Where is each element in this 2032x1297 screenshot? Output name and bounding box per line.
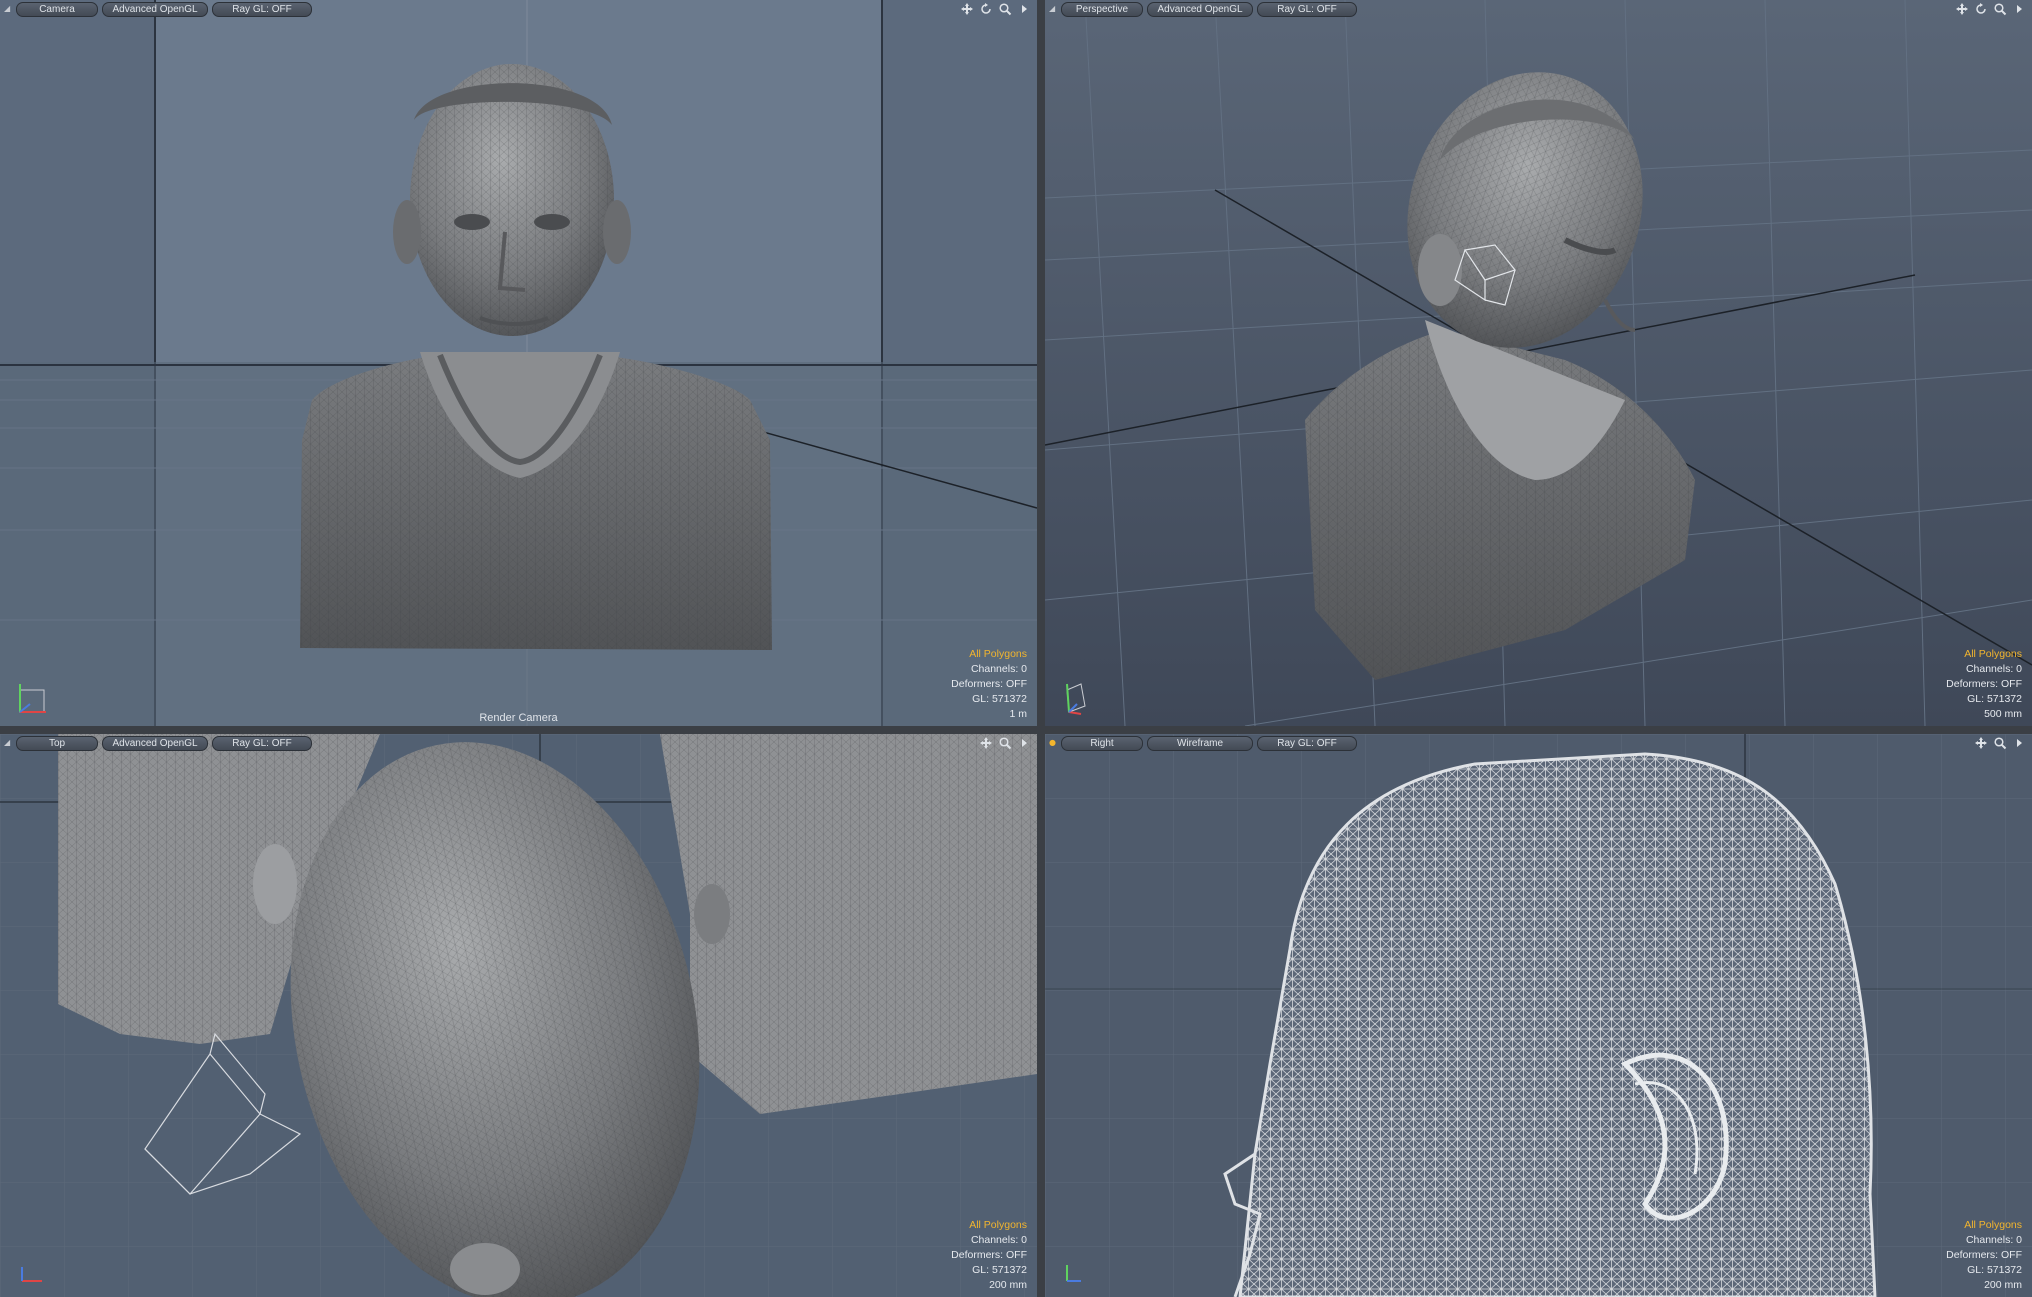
perspective-nav-icons <box>1955 1 2026 17</box>
move-icon[interactable] <box>960 2 974 16</box>
channels-count: Channels: 0 <box>1965 1234 2022 1246</box>
viewport-menu-icon[interactable]: ◢ <box>1049 5 1057 13</box>
raygl-button[interactable]: Ray GL: OFF <box>212 735 312 751</box>
top-viewport[interactable]: ◢ Top Advanced OpenGL Ray GL: OFF All Po… <box>0 734 1037 1297</box>
zoom-icon[interactable] <box>998 2 1012 16</box>
selection-mode[interactable]: All Polygons <box>1946 1218 2022 1233</box>
zoom-icon[interactable] <box>1993 2 2007 16</box>
menu-arrow-icon[interactable] <box>2012 736 2026 750</box>
menu-arrow-icon[interactable] <box>1017 736 1031 750</box>
view-type-button[interactable]: Right <box>1061 735 1143 751</box>
raygl-button[interactable]: Ray GL: OFF <box>1257 1 1357 17</box>
viewport-info: All Polygons Channels: 0 Deformers: OFF … <box>1946 647 2022 722</box>
deformers-status: Deformers: OFF <box>1946 1249 2022 1261</box>
viewport-menu-icon[interactable]: ◢ <box>4 5 12 13</box>
view-type-button[interactable]: Perspective <box>1061 1 1143 17</box>
selection-mode[interactable]: All Polygons <box>951 1218 1027 1233</box>
move-icon[interactable] <box>979 736 993 750</box>
zoom-icon[interactable] <box>998 736 1012 750</box>
perspective-toolbar: ◢ Perspective Advanced OpenGL Ray GL: OF… <box>1045 0 2032 18</box>
perspective-scene[interactable] <box>1045 0 2032 726</box>
move-icon[interactable] <box>1955 2 1969 16</box>
rotate-icon[interactable] <box>979 2 993 16</box>
deformers-status: Deformers: OFF <box>951 1249 1027 1261</box>
grid-scale: 500 mm <box>1984 708 2022 720</box>
deformers-status: Deformers: OFF <box>951 678 1027 690</box>
top-nav-icons <box>979 735 1031 751</box>
camera-viewport[interactable]: ◢ Camera Advanced OpenGL Ray GL: OFF Ren… <box>0 0 1037 726</box>
channels-count: Channels: 0 <box>970 1234 1027 1246</box>
right-scene[interactable] <box>1045 734 2032 1297</box>
viewport-info: All Polygons Channels: 0 Deformers: OFF … <box>951 647 1027 722</box>
view-type-button[interactable]: Top <box>16 735 98 751</box>
right-viewport[interactable]: ● Right Wireframe Ray GL: OFF All Polygo… <box>1045 734 2032 1297</box>
rotate-icon[interactable] <box>1974 2 1988 16</box>
camera-toolbar: ◢ Camera Advanced OpenGL Ray GL: OFF <box>0 0 1037 18</box>
axis-gizmo-icon <box>21 1267 42 1282</box>
perspective-viewport[interactable]: ◢ Perspective Advanced OpenGL Ray GL: OF… <box>1045 0 2032 726</box>
axis-gizmo-icon <box>1066 683 1086 715</box>
gl-polycount: GL: 571372 <box>972 1264 1027 1276</box>
axis-gizmo-icon <box>1066 1265 1081 1282</box>
menu-arrow-icon[interactable] <box>1017 2 1031 16</box>
shading-mode-button[interactable]: Wireframe <box>1147 735 1253 751</box>
camera-scene[interactable] <box>0 0 1037 726</box>
camera-nav-icons <box>960 1 1031 17</box>
grid-scale: 200 mm <box>989 1279 1027 1291</box>
viewport-menu-icon[interactable]: ● <box>1049 739 1057 747</box>
raygl-button[interactable]: Ray GL: OFF <box>212 1 312 17</box>
shading-mode-button[interactable]: Advanced OpenGL <box>102 1 208 17</box>
gl-polycount: GL: 571372 <box>1967 693 2022 705</box>
deformers-status: Deformers: OFF <box>1946 678 2022 690</box>
menu-arrow-icon[interactable] <box>2012 2 2026 16</box>
move-icon[interactable] <box>1974 736 1988 750</box>
axis-gizmo-icon <box>19 684 46 713</box>
top-toolbar: ◢ Top Advanced OpenGL Ray GL: OFF <box>0 734 1037 752</box>
channels-count: Channels: 0 <box>970 663 1027 675</box>
selection-mode[interactable]: All Polygons <box>1946 647 2022 662</box>
shading-mode-button[interactable]: Advanced OpenGL <box>1147 1 1253 17</box>
raygl-button[interactable]: Ray GL: OFF <box>1257 735 1357 751</box>
grid-scale: 1 m <box>1009 708 1027 720</box>
grid-scale: 200 mm <box>1984 1279 2022 1291</box>
viewport-menu-icon[interactable]: ◢ <box>4 739 12 747</box>
selection-mode[interactable]: All Polygons <box>951 647 1027 662</box>
viewport-info: All Polygons Channels: 0 Deformers: OFF … <box>1946 1218 2022 1293</box>
gl-polycount: GL: 571372 <box>972 693 1027 705</box>
top-scene[interactable] <box>0 734 1037 1297</box>
render-camera-label: Render Camera <box>479 712 558 724</box>
gl-polycount: GL: 571372 <box>1967 1264 2022 1276</box>
channels-count: Channels: 0 <box>1965 663 2022 675</box>
viewport-info: All Polygons Channels: 0 Deformers: OFF … <box>951 1218 1027 1293</box>
right-toolbar: ● Right Wireframe Ray GL: OFF <box>1045 734 2032 752</box>
zoom-icon[interactable] <box>1993 736 2007 750</box>
view-type-button[interactable]: Camera <box>16 1 98 17</box>
shading-mode-button[interactable]: Advanced OpenGL <box>102 735 208 751</box>
right-nav-icons <box>1974 735 2026 751</box>
